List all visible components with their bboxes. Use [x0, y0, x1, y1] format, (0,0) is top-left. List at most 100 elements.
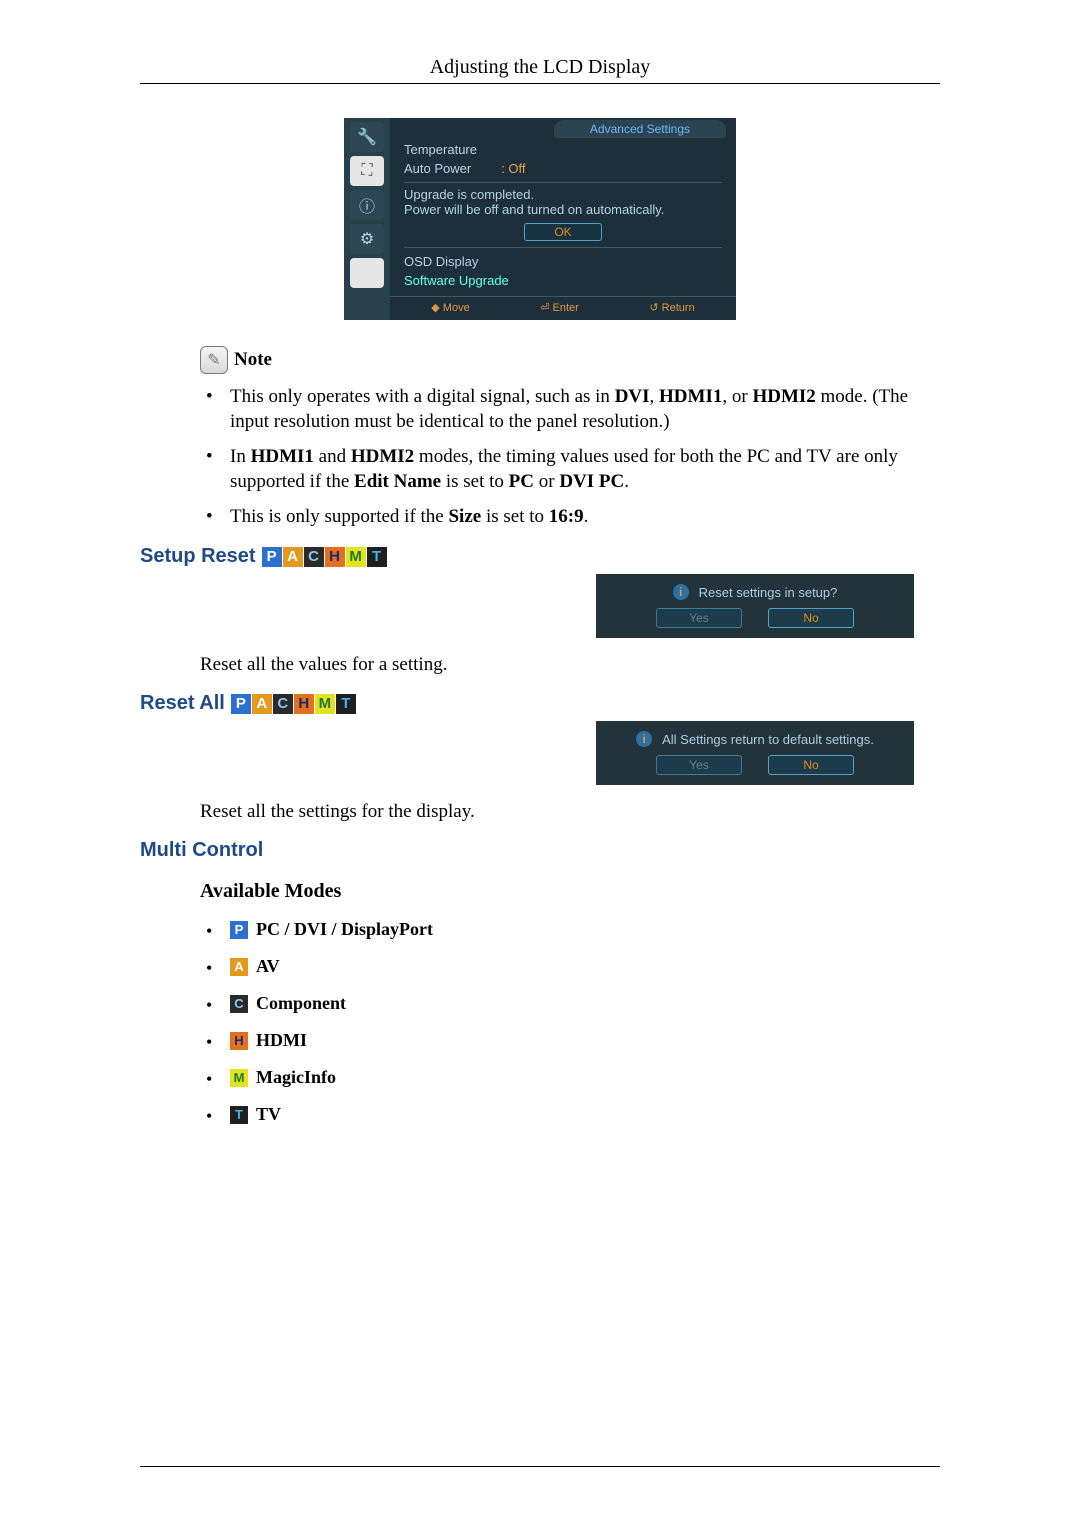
osd-icon-gear: ⚙ [350, 224, 384, 254]
t: This is only supported if the [230, 506, 448, 527]
osd-item[interactable]: Software Upgrade [404, 271, 722, 290]
mode-item: T TV [200, 1104, 940, 1125]
reset-all-desc: Reset all the settings for the display. [200, 801, 940, 823]
osd-panel: 🔧 ⛶ ⓘ ⚙ Advanced Settings Temperature Au… [344, 118, 736, 320]
note-item: In HDMI1 and HDMI2 modes, the timing val… [200, 444, 940, 494]
mode-label: PC / DVI / DisplayPort [256, 919, 433, 940]
t: In [230, 446, 251, 467]
reset-all-dialog: i All Settings return to default setting… [596, 721, 914, 785]
mode-strip: P A C H M T [231, 694, 356, 714]
t: . [624, 471, 629, 492]
no-button[interactable]: No [768, 608, 854, 628]
osd-row-label: Auto Power [404, 161, 471, 176]
t: This only operates with a digital signal… [230, 386, 615, 407]
t: Edit Name [354, 471, 441, 492]
mode-item: M MagicInfo [200, 1067, 940, 1088]
note-icon: ✎ [200, 346, 228, 374]
mode-badge-C: C [304, 547, 324, 567]
mode-badge-P: P [230, 921, 248, 939]
mode-badge-H: H [230, 1032, 248, 1050]
setup-reset-dialog: i Reset settings in setup? Yes No [596, 574, 914, 638]
mode-badge-H: H [294, 694, 314, 714]
osd-footer-move: ◆ Move [431, 301, 469, 314]
t: . [584, 506, 589, 527]
mode-label: AV [256, 956, 280, 977]
t: HDMI1 [251, 446, 314, 467]
mode-badge-M: M [230, 1069, 248, 1087]
setup-reset-desc: Reset all the values for a setting. [200, 654, 940, 676]
osd-footer-enter: ⏎ Enter [540, 301, 579, 314]
mode-item: A AV [200, 956, 940, 977]
yes-button[interactable]: Yes [656, 755, 742, 775]
t: HDMI2 [351, 446, 414, 467]
osd-tab-title: Advanced Settings [554, 120, 726, 138]
available-modes-heading: Available Modes [200, 880, 940, 903]
t: , or [722, 386, 752, 407]
footer-rule [140, 1466, 940, 1467]
osd-icon-info: ⓘ [350, 190, 384, 220]
t: is set to [441, 471, 509, 492]
t: , [650, 386, 660, 407]
osd-row-label: Temperature [404, 142, 477, 157]
mode-badge-T: T [230, 1106, 248, 1124]
note-item: This only operates with a digital signal… [200, 384, 940, 434]
osd-row: Auto Power : Off [404, 159, 722, 178]
mode-badge-P: P [231, 694, 251, 714]
info-icon: i [636, 731, 652, 747]
osd-message-line2: Power will be off and turned on automati… [404, 202, 722, 217]
mode-item: H HDMI [200, 1030, 940, 1051]
mode-badge-C: C [273, 694, 293, 714]
osd-row: Temperature [404, 140, 722, 159]
mode-item: C Component [200, 993, 940, 1014]
mode-item: P PC / DVI / DisplayPort [200, 919, 940, 940]
osd-sidebar: 🔧 ⛶ ⓘ ⚙ [344, 118, 390, 320]
osd-message-line1: Upgrade is completed. [404, 187, 722, 202]
t: or [534, 471, 559, 492]
osd-footer-return: ↺ Return [649, 301, 694, 314]
t: Size [448, 506, 481, 527]
osd-ok-button[interactable]: OK [524, 223, 602, 241]
mode-badge-P: P [262, 547, 282, 567]
mode-badge-M: M [315, 694, 335, 714]
osd-icon-blank [350, 258, 384, 288]
yes-button[interactable]: Yes [656, 608, 742, 628]
osd-row-value: : Off [501, 161, 525, 176]
mode-label: Component [256, 993, 346, 1014]
mode-badge-A: A [252, 694, 272, 714]
t: DVI PC [559, 471, 624, 492]
t: PC [509, 471, 534, 492]
osd-item[interactable]: OSD Display [404, 252, 722, 271]
mode-badge-M: M [346, 547, 366, 567]
dialog-question: Reset settings in setup? [699, 585, 838, 600]
mode-label: MagicInfo [256, 1067, 336, 1088]
osd-icon-wrench: 🔧 [350, 122, 384, 152]
t: DVI [615, 386, 650, 407]
mode-strip: P A C H M T [262, 547, 387, 567]
note-item: This is only supported if the Size is se… [200, 504, 940, 529]
notes-list: This only operates with a digital signal… [200, 384, 940, 529]
osd-icon-slider: ⛶ [350, 156, 384, 186]
section-multi-control-title: Multi Control [140, 839, 263, 862]
note-label: Note [234, 349, 272, 371]
mode-badge-C: C [230, 995, 248, 1013]
section-reset-all-title: Reset All [140, 692, 225, 715]
t: HDMI2 [752, 386, 815, 407]
mode-badge-A: A [230, 958, 248, 976]
section-setup-reset-title: Setup Reset [140, 545, 256, 568]
t: HDMI1 [659, 386, 722, 407]
dialog-question: All Settings return to default settings. [662, 732, 874, 747]
t: is set to [481, 506, 549, 527]
mode-label: TV [256, 1104, 281, 1125]
mode-badge-H: H [325, 547, 345, 567]
mode-badge-T: T [367, 547, 387, 567]
available-modes-list: P PC / DVI / DisplayPort A AV C Componen… [200, 919, 940, 1125]
mode-badge-A: A [283, 547, 303, 567]
mode-badge-T: T [336, 694, 356, 714]
page-title: Adjusting the LCD Display [140, 56, 940, 84]
t: and [314, 446, 351, 467]
osd-footer: ◆ Move ⏎ Enter ↺ Return [390, 296, 736, 320]
info-icon: i [673, 584, 689, 600]
no-button[interactable]: No [768, 755, 854, 775]
mode-label: HDMI [256, 1030, 307, 1051]
t: 16:9 [549, 506, 584, 527]
